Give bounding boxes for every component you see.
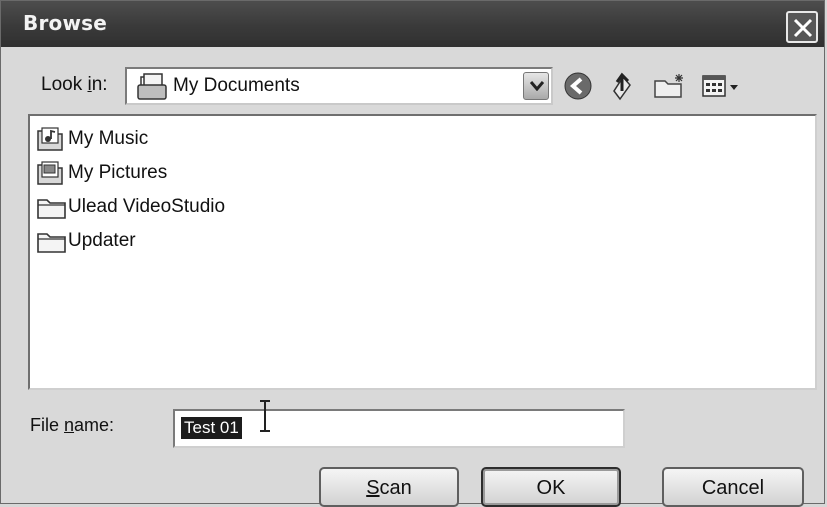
look-in-value: My Documents	[173, 75, 300, 96]
new-folder-button[interactable]	[653, 71, 687, 105]
list-item-my-pictures[interactable]: My Pictures	[36, 158, 167, 188]
dropdown-button[interactable]	[523, 72, 549, 100]
up-folder-button[interactable]	[608, 71, 638, 105]
file-name-input[interactable]: Test 01	[173, 400, 625, 448]
cancel-button[interactable]: Cancel	[662, 467, 804, 507]
list-item-updater[interactable]: Updater	[36, 226, 136, 256]
folder-icon	[37, 199, 66, 219]
look-in-label: Look in:	[41, 74, 108, 95]
dialog-title: Browse	[23, 11, 107, 35]
file-name: Ulead VideoStudio	[68, 196, 226, 217]
pictures-folder-icon	[37, 161, 63, 185]
folder-icon	[37, 233, 66, 253]
chevron-down-icon	[530, 81, 544, 91]
view-menu-icon	[702, 75, 738, 97]
view-menu-button[interactable]	[701, 71, 745, 105]
documents-folder-icon	[137, 73, 167, 100]
up-folder-icon	[613, 72, 631, 101]
file-name: My Pictures	[68, 162, 168, 183]
music-folder-icon	[37, 127, 63, 151]
ok-button[interactable]: OK	[481, 467, 621, 507]
back-icon	[564, 72, 592, 100]
back-button[interactable]	[563, 71, 593, 105]
text-cursor-icon	[260, 400, 270, 432]
close-icon	[793, 18, 813, 38]
list-item-ulead-videostudio[interactable]: Ulead VideoStudio	[36, 192, 225, 222]
look-in-dropdown[interactable]: My Documents	[125, 67, 553, 105]
browse-dialog: Browse Look in: My Documents My Music My…	[0, 0, 825, 507]
file-name: My Music	[68, 128, 149, 149]
file-name: Updater	[68, 230, 136, 251]
close-button[interactable]	[786, 11, 818, 43]
file-name-value: Test 01	[181, 417, 242, 439]
file-list[interactable]: My Music My Pictures Ulead VideoStudio U…	[28, 114, 817, 390]
new-folder-icon	[654, 74, 683, 98]
scan-button[interactable]: Scan	[319, 467, 459, 507]
file-name-label: File name:	[30, 415, 115, 435]
title-bar: Browse	[1, 1, 824, 47]
list-item-my-music[interactable]: My Music	[36, 124, 148, 154]
